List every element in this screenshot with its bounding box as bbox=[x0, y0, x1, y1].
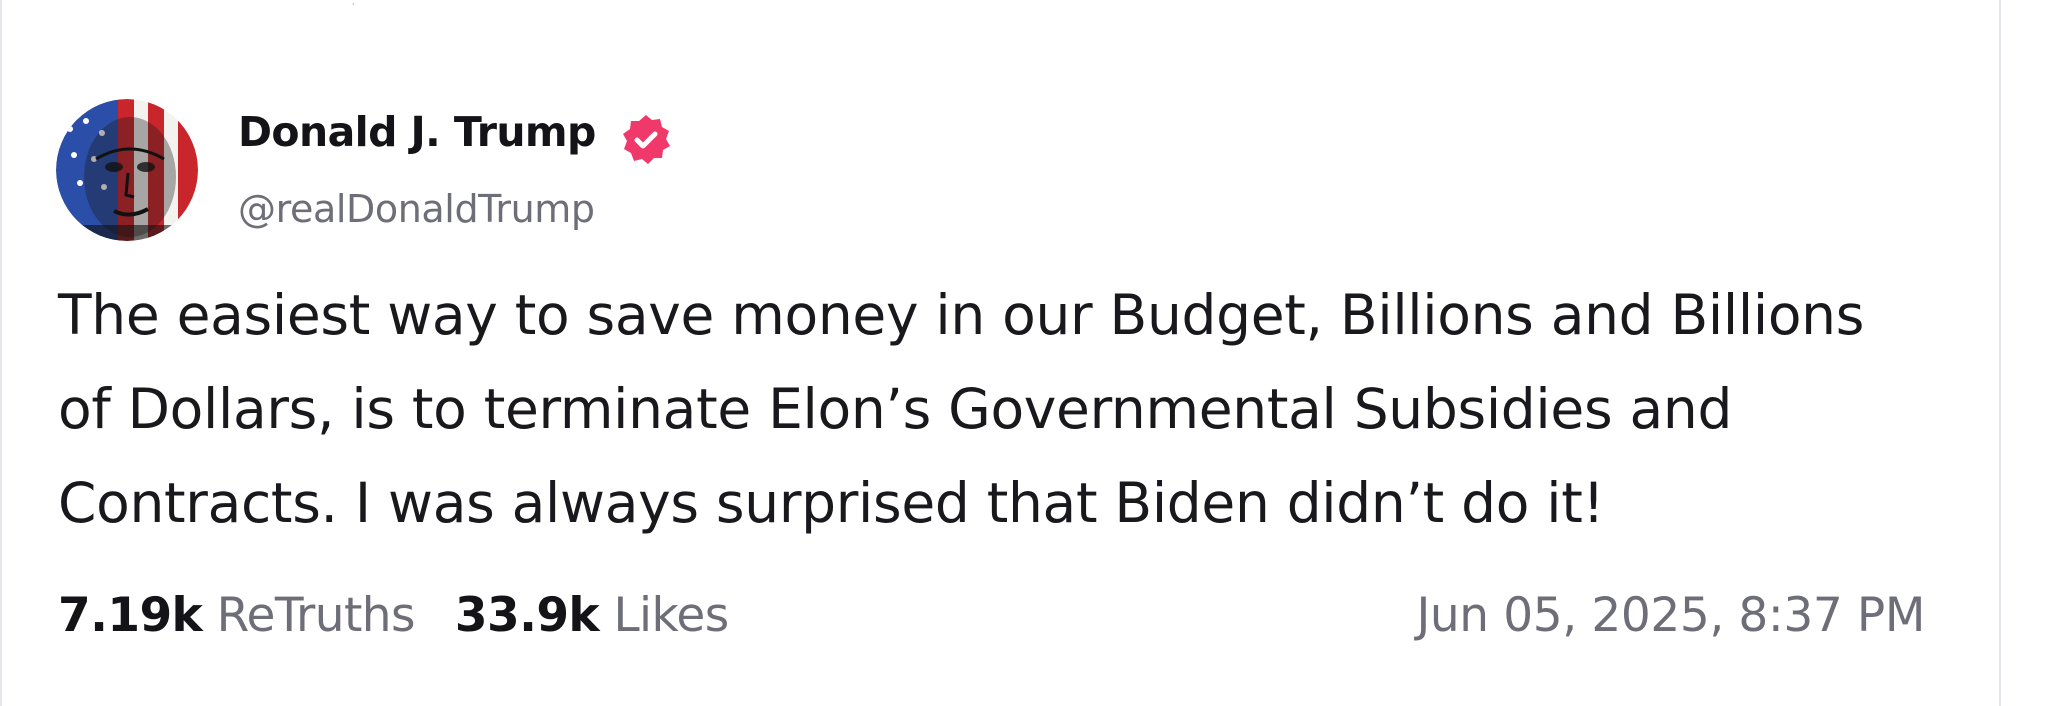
retruths-stat[interactable]: 7.19k ReTruths bbox=[58, 588, 415, 643]
author-handle[interactable]: @realDonaldTrump bbox=[238, 187, 595, 231]
author-name[interactable]: Donald J. Trump bbox=[238, 108, 596, 156]
likes-label: Likes bbox=[613, 588, 729, 643]
post-text: The easiest way to save money in our Bud… bbox=[58, 268, 1958, 550]
post-text-line: of Dollars, is to terminate Elon’s Gover… bbox=[58, 377, 1733, 441]
post-timestamp[interactable]: Jun 05, 2025, 8:37 PM bbox=[1416, 588, 1925, 643]
avatar-image bbox=[56, 99, 198, 241]
retruths-count: 7.19k bbox=[58, 588, 203, 643]
likes-count: 33.9k bbox=[454, 588, 600, 643]
post-text-line: The easiest way to save money in our Bud… bbox=[58, 283, 1865, 347]
post-stats: 7.19k ReTruths 33.9k Likes bbox=[58, 588, 729, 643]
post-card: , Donald J. Trump @realDonaldTrump The e… bbox=[0, 0, 2001, 706]
post-text-line: Contracts. I was always surprised that B… bbox=[58, 471, 1605, 535]
previous-content-fragment: , bbox=[352, 0, 355, 6]
verified-badge-icon bbox=[618, 112, 674, 168]
avatar[interactable] bbox=[56, 99, 198, 241]
retruths-label: ReTruths bbox=[216, 588, 416, 643]
likes-stat[interactable]: 33.9k Likes bbox=[455, 588, 729, 643]
